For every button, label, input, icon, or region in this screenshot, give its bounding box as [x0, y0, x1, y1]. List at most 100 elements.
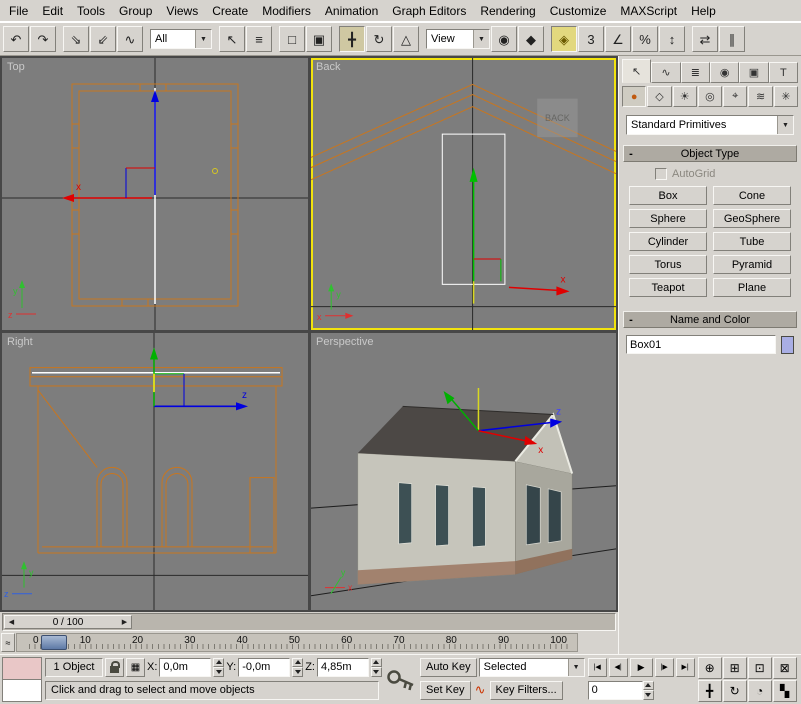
x-coordinate-input[interactable]: 0,0m: [159, 658, 211, 677]
y-spinner[interactable]: [292, 658, 303, 677]
menu-item[interactable]: Customize: [543, 1, 614, 21]
viewport-label[interactable]: Top: [7, 61, 25, 73]
min-max-toggle-icon[interactable]: ▚: [773, 680, 797, 702]
object-color-swatch[interactable]: [781, 336, 794, 354]
arc-rotate-icon[interactable]: ↻: [723, 680, 747, 702]
macro-recorder-pane[interactable]: [3, 658, 41, 680]
dropdown-arrow-icon[interactable]: ▼: [195, 30, 211, 48]
perspective-viewport-canvas[interactable]: z x x y: [311, 333, 616, 610]
menu-item[interactable]: File: [2, 1, 35, 21]
redo-icon[interactable]: ↷: [30, 26, 56, 52]
category-lights[interactable]: ☀: [673, 86, 697, 107]
spinner-down-icon[interactable]: [643, 690, 654, 700]
angle-snap-icon[interactable]: ∠: [605, 26, 631, 52]
next-frame-icon[interactable]: |▶: [655, 658, 674, 677]
spinner-down-icon[interactable]: [213, 667, 224, 677]
zoom-icon[interactable]: ⊕: [698, 657, 722, 679]
move-gizmo[interactable]: x: [470, 168, 570, 304]
primitive-button[interactable]: Plane: [713, 278, 791, 297]
menu-item[interactable]: Tools: [70, 1, 112, 21]
spinner-up-icon[interactable]: [213, 658, 224, 668]
previous-frame-icon[interactable]: ◀|: [609, 658, 628, 677]
select-by-name-icon[interactable]: ≡: [246, 26, 272, 52]
zoom-extents-icon[interactable]: ⊡: [748, 657, 772, 679]
time-slider[interactable]: ◀ 0 / 100 ▶: [2, 613, 616, 631]
time-slider-handle[interactable]: ◀ 0 / 100 ▶: [4, 615, 132, 629]
tab-display[interactable]: ▣: [739, 62, 768, 83]
tab-utilities[interactable]: T: [769, 62, 798, 83]
name-color-rollout-header[interactable]: - Name and Color: [623, 311, 797, 328]
selection-filter-dropdown[interactable]: All ▼: [150, 29, 212, 49]
zoom-region-icon[interactable]: ⊠: [773, 657, 797, 679]
spinner-up-icon[interactable]: [292, 658, 303, 668]
category-geometry[interactable]: ●: [622, 86, 646, 107]
viewport-right[interactable]: Right: [2, 333, 308, 610]
primitive-button[interactable]: GeoSphere: [713, 209, 791, 228]
field-of-view-icon[interactable]: ◔: [748, 680, 772, 702]
menu-item[interactable]: Views: [159, 1, 205, 21]
key-filters-button[interactable]: Key Filters...: [490, 681, 563, 700]
category-helpers[interactable]: ⌖: [723, 86, 747, 107]
dropdown-arrow-icon[interactable]: ▼: [777, 116, 793, 134]
rectangular-selection-icon[interactable]: □: [279, 26, 305, 52]
menu-item[interactable]: Create: [205, 1, 255, 21]
key-mode-dropdown[interactable]: Selected ▼: [479, 658, 585, 677]
viewport-label[interactable]: Perspective: [316, 336, 373, 348]
right-viewport-canvas[interactable]: z y z: [2, 333, 308, 610]
tab-modify[interactable]: ∿: [651, 62, 680, 83]
spinner-snap-icon[interactable]: ↕: [659, 26, 685, 52]
undo-icon[interactable]: ↶: [3, 26, 29, 52]
percent-snap-icon[interactable]: %: [632, 26, 658, 52]
select-and-move-icon[interactable]: ╋: [339, 26, 365, 52]
back-viewport-canvas[interactable]: BACK x: [311, 58, 616, 330]
spinner-up-icon[interactable]: [371, 658, 382, 668]
goto-start-icon[interactable]: |◀: [588, 658, 607, 677]
select-and-rotate-icon[interactable]: ↻: [366, 26, 392, 52]
current-frame-input[interactable]: 0: [588, 681, 643, 700]
track-bar-marker[interactable]: [41, 635, 67, 650]
track-bar[interactable]: 0102030405060708090100: [16, 633, 578, 652]
category-systems[interactable]: ✳: [774, 86, 798, 107]
menu-item[interactable]: MAXScript: [613, 1, 684, 21]
move-gizmo[interactable]: z: [150, 347, 248, 410]
menu-item[interactable]: Animation: [318, 1, 385, 21]
primitive-button[interactable]: Cylinder: [629, 232, 707, 251]
dropdown-arrow-icon[interactable]: ▼: [568, 659, 584, 676]
use-pivot-center-icon[interactable]: ◉: [491, 26, 517, 52]
house-model[interactable]: [358, 406, 572, 584]
select-and-link-icon[interactable]: ⇘: [63, 26, 89, 52]
category-cameras[interactable]: ◎: [698, 86, 722, 107]
viewport-top[interactable]: Top: [2, 58, 308, 330]
spinner-down-icon[interactable]: [292, 667, 303, 677]
viewport-label[interactable]: Back: [316, 61, 340, 73]
snap-3d-icon[interactable]: 3: [578, 26, 604, 52]
reference-coordinate-dropdown[interactable]: View ▼: [426, 29, 490, 49]
object-name-input[interactable]: [626, 335, 776, 354]
tab-create[interactable]: ↖: [622, 59, 651, 83]
primitive-button[interactable]: Pyramid: [713, 255, 791, 274]
menu-item[interactable]: Modifiers: [255, 1, 318, 21]
play-animation-icon[interactable]: ▶: [630, 658, 653, 677]
tab-hierarchy[interactable]: ≣: [681, 62, 710, 83]
unlink-selection-icon[interactable]: ⇙: [90, 26, 116, 52]
category-shapes[interactable]: ◇: [647, 86, 671, 107]
z-coordinate-input[interactable]: 4,85m: [317, 658, 369, 677]
absolute-offset-toggle[interactable]: ▦: [126, 658, 145, 677]
primitive-button[interactable]: Sphere: [629, 209, 707, 228]
dropdown-arrow-icon[interactable]: ▼: [473, 30, 489, 48]
primitive-button[interactable]: Box: [629, 186, 707, 205]
mini-curve-editor-button[interactable]: ≈: [1, 633, 15, 652]
listener-pane[interactable]: [3, 680, 41, 701]
align-icon[interactable]: ∥: [719, 26, 745, 52]
autogrid-checkbox[interactable]: [655, 168, 667, 180]
viewport-back[interactable]: Back BACK: [311, 58, 616, 330]
viewport-label[interactable]: Right: [7, 336, 33, 348]
primitive-button[interactable]: Tube: [713, 232, 791, 251]
snaps-toggle-icon[interactable]: ◈: [551, 26, 577, 52]
menu-item[interactable]: Rendering: [473, 1, 542, 21]
window-crossing-icon[interactable]: ▣: [306, 26, 332, 52]
z-spinner[interactable]: [371, 658, 382, 677]
previous-frame-arrow-icon[interactable]: ◀: [5, 616, 18, 628]
menu-item[interactable]: Group: [112, 1, 159, 21]
pan-icon[interactable]: ╋: [698, 680, 722, 702]
